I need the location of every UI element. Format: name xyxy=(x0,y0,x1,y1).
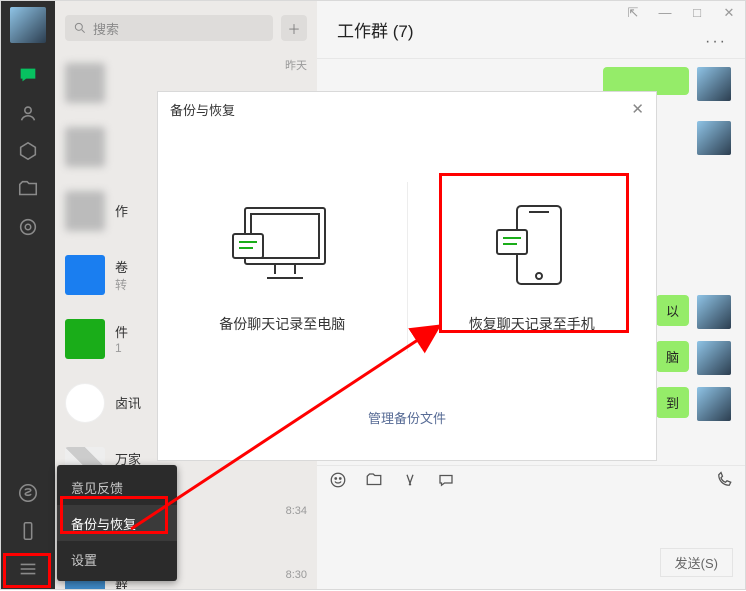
minimize-icon[interactable]: — xyxy=(655,5,675,21)
files-icon[interactable] xyxy=(10,171,46,207)
restore-to-phone-option[interactable]: 恢复聊天记录至手机 xyxy=(408,200,657,334)
compose-toolbar xyxy=(317,465,745,497)
popup-backup-restore[interactable]: 备份与恢复 xyxy=(57,505,177,541)
backup-to-pc-label: 备份聊天记录至电脑 xyxy=(219,314,345,334)
settings-popup: 意见反馈 备份与恢复 设置 xyxy=(57,465,177,581)
dialog-close-icon[interactable]: ✕ xyxy=(631,100,644,118)
call-icon[interactable] xyxy=(715,471,733,492)
moments-icon[interactable] xyxy=(10,209,46,245)
phone-icon xyxy=(477,200,587,292)
backup-restore-dialog: 备份与恢复 ✕ 备份聊天记录至电脑 xyxy=(157,91,657,461)
chat-title: 工作群 (7) xyxy=(337,17,414,42)
pc-icon xyxy=(227,200,337,292)
window-controls: ⇱ — □ ✕ xyxy=(623,5,739,21)
backup-to-pc-option[interactable]: 备份聊天记录至电脑 xyxy=(158,200,407,334)
search-placeholder: 搜索 xyxy=(93,19,119,38)
contacts-icon[interactable] xyxy=(10,95,46,131)
manage-backup-link[interactable]: 管理备份文件 xyxy=(158,408,656,460)
app-window: 搜索 ＋ 昨天 作 卷转 件1 卤讯 万家1栋～ 8:34 群[动画表情]8:3… xyxy=(0,0,746,590)
favorites-icon[interactable] xyxy=(10,133,46,169)
avatar[interactable] xyxy=(10,7,46,43)
dialog-title: 备份与恢复 xyxy=(170,100,235,119)
history-icon[interactable] xyxy=(437,471,455,492)
screenshot-icon[interactable] xyxy=(401,471,419,492)
search-icon xyxy=(73,21,87,35)
maximize-icon[interactable]: □ xyxy=(687,5,707,21)
compose-area[interactable]: 发送(S) xyxy=(317,497,745,589)
send-button[interactable]: 发送(S) xyxy=(660,548,733,577)
search-input[interactable]: 搜索 xyxy=(65,15,273,41)
file-icon[interactable] xyxy=(365,471,383,492)
phone-icon[interactable] xyxy=(10,513,46,549)
popup-feedback[interactable]: 意见反馈 xyxy=(57,469,177,505)
add-button[interactable]: ＋ xyxy=(281,15,307,41)
restore-to-phone-label: 恢复聊天记录至手机 xyxy=(469,314,595,334)
pin-icon[interactable]: ⇱ xyxy=(623,5,643,21)
close-icon[interactable]: ✕ xyxy=(719,5,739,21)
chat-icon[interactable] xyxy=(10,57,46,93)
more-icon[interactable]: ··· xyxy=(705,33,727,51)
side-nav xyxy=(1,1,55,589)
miniprogram-icon[interactable] xyxy=(10,475,46,511)
emoji-icon[interactable] xyxy=(329,471,347,492)
popup-settings[interactable]: 设置 xyxy=(57,541,177,577)
menu-icon[interactable] xyxy=(10,551,46,587)
